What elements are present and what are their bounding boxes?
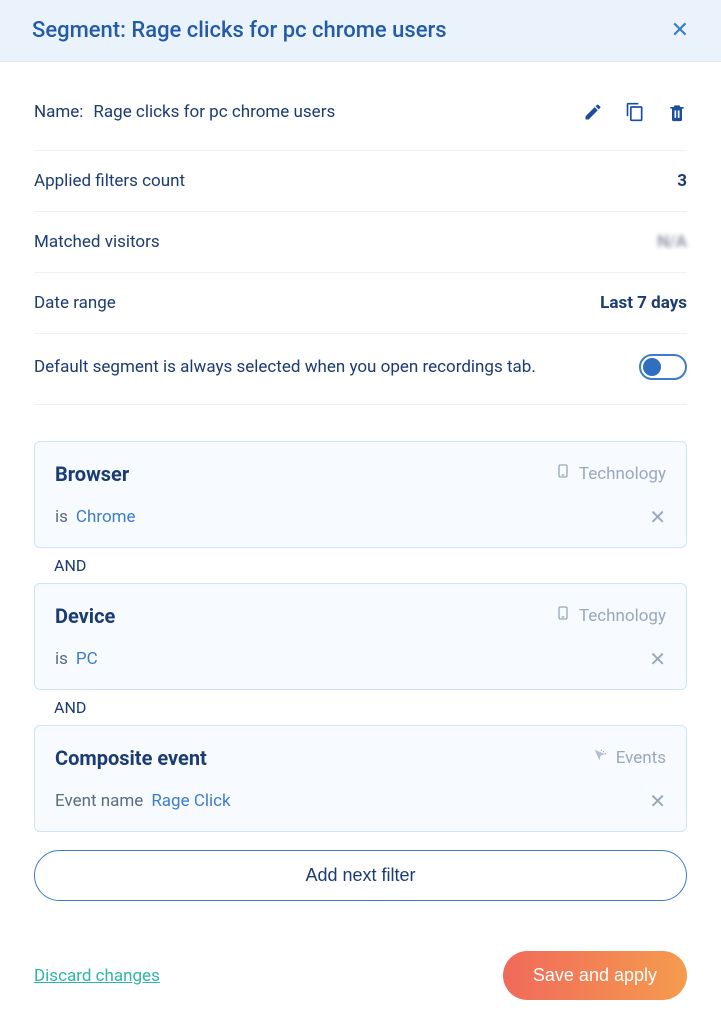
modal-footer: Discard changes Save and apply [0,923,721,1024]
conjunction-and: AND [34,690,687,725]
cursor-icon [592,744,608,771]
filter-title: Browser [55,462,129,486]
filter-operator: is [55,507,68,527]
filter-value: PC [76,649,98,669]
name-value: Rage clicks for pc chrome users [93,102,583,122]
device-icon [555,602,571,629]
conjunction-and: AND [34,548,687,583]
matched-visitors-label: Matched visitors [34,232,160,252]
applied-filters-label: Applied filters count [34,171,185,191]
default-segment-toggle[interactable] [639,354,687,380]
matched-visitors-value: N/A [657,232,687,252]
filter-title: Composite event [55,746,207,770]
filter-card-composite-event: Composite event Events Event name Rage C… [34,725,687,832]
modal-header: Segment: Rage clicks for pc chrome users… [0,0,721,62]
toggle-knob [643,358,661,376]
edit-icon[interactable] [583,102,603,122]
filter-category-label: Technology [579,464,666,484]
name-label: Name: [34,102,83,122]
modal-title: Segment: Rage clicks for pc chrome users [32,18,447,43]
name-actions [583,102,687,122]
filter-value: Rage Click [151,791,230,811]
filter-value: Chrome [76,507,136,527]
filter-category: Technology [555,460,666,487]
filter-category-label: Technology [579,606,666,626]
date-range-row: Date range Last 7 days [34,273,687,334]
filter-operator: is [55,649,68,669]
date-range-value: Last 7 days [600,293,687,313]
close-icon[interactable]: ✕ [671,20,689,42]
filter-expression[interactable]: is Chrome [55,507,136,527]
remove-filter-icon[interactable]: ✕ [649,791,666,811]
applied-filters-value: 3 [677,171,687,191]
filter-card-browser: Browser Technology is Chrome ✕ [34,441,687,548]
filter-category: Technology [555,602,666,629]
filter-card-device: Device Technology is PC ✕ [34,583,687,690]
matched-visitors-row: Matched visitors N/A [34,212,687,273]
filter-title: Device [55,604,115,628]
filters-list: Browser Technology is Chrome ✕ [34,441,687,901]
date-range-label: Date range [34,293,116,313]
applied-filters-row: Applied filters count 3 [34,151,687,212]
save-and-apply-button[interactable]: Save and apply [503,951,687,1000]
discard-changes-link[interactable]: Discard changes [34,966,160,986]
filter-expression[interactable]: is PC [55,649,98,669]
default-segment-row: Default segment is always selected when … [34,334,687,405]
default-segment-label: Default segment is always selected when … [34,357,536,377]
filter-expression[interactable]: Event name Rage Click [55,791,231,811]
filter-operator: Event name [55,791,143,811]
copy-icon[interactable] [625,102,645,122]
segment-name-row: Name: Rage clicks for pc chrome users [34,102,687,151]
delete-icon[interactable] [667,102,687,122]
remove-filter-icon[interactable]: ✕ [649,507,666,527]
filter-category: Events [592,744,666,771]
filter-category-label: Events [616,748,666,768]
modal-body: Name: Rage clicks for pc chrome users Ap… [0,62,721,923]
device-icon [555,460,571,487]
add-next-filter-button[interactable]: Add next filter [34,850,687,901]
remove-filter-icon[interactable]: ✕ [649,649,666,669]
